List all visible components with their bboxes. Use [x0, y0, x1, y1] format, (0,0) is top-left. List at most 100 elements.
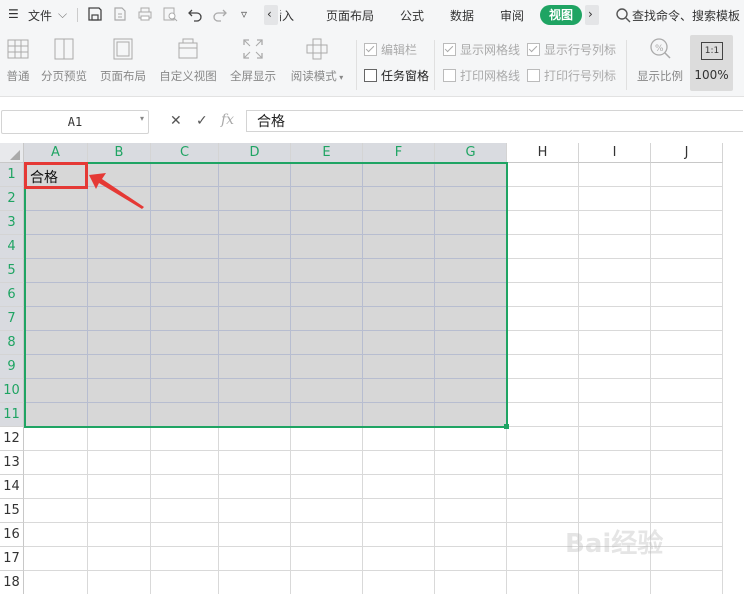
cell-d11[interactable] — [219, 403, 291, 427]
cell-i2[interactable] — [579, 187, 651, 211]
cell-g3[interactable] — [435, 211, 507, 235]
formula-input[interactable]: 合格 — [246, 110, 743, 132]
cell-h9[interactable] — [507, 355, 579, 379]
cell-h18[interactable] — [507, 571, 579, 594]
redo-icon[interactable] — [212, 6, 228, 22]
cell-j1[interactable] — [651, 163, 723, 187]
print-preview-icon[interactable] — [162, 6, 178, 22]
cell-h8[interactable] — [507, 331, 579, 355]
cell-j3[interactable] — [651, 211, 723, 235]
cell-b13[interactable] — [88, 451, 151, 475]
row-header-10[interactable]: 10 — [0, 379, 24, 403]
cell-h11[interactable] — [507, 403, 579, 427]
name-box-dropdown-icon[interactable]: ▾ — [140, 114, 144, 123]
cell-g18[interactable] — [435, 571, 507, 594]
cell-f2[interactable] — [363, 187, 435, 211]
cell-a6[interactable] — [24, 283, 88, 307]
fill-handle[interactable] — [504, 424, 509, 429]
cell-j11[interactable] — [651, 403, 723, 427]
cell-e11[interactable] — [291, 403, 363, 427]
row-header-4[interactable]: 4 — [0, 235, 24, 259]
cell-c16[interactable] — [151, 523, 219, 547]
cancel-icon[interactable]: ✕ — [170, 113, 182, 129]
cell-h14[interactable] — [507, 475, 579, 499]
custom-view-button[interactable]: 自定义视图 — [158, 36, 218, 84]
cell-g12[interactable] — [435, 427, 507, 451]
cell-f1[interactable] — [363, 163, 435, 187]
cell-c4[interactable] — [151, 235, 219, 259]
cell-g14[interactable] — [435, 475, 507, 499]
cell-h3[interactable] — [507, 211, 579, 235]
cell-i1[interactable] — [579, 163, 651, 187]
cell-c17[interactable] — [151, 547, 219, 571]
cell-d14[interactable] — [219, 475, 291, 499]
column-header-g[interactable]: G — [435, 143, 507, 163]
cell-j5[interactable] — [651, 259, 723, 283]
reading-mode-button[interactable]: 阅读模式 ▾ — [288, 36, 346, 84]
cell-d2[interactable] — [219, 187, 291, 211]
cell-e12[interactable] — [291, 427, 363, 451]
cell-j7[interactable] — [651, 307, 723, 331]
chevron-down-icon[interactable]: ⌵ — [58, 7, 67, 22]
cell-f4[interactable] — [363, 235, 435, 259]
cell-g7[interactable] — [435, 307, 507, 331]
cell-i12[interactable] — [579, 427, 651, 451]
page-break-preview-button[interactable]: 分页预览 — [39, 36, 89, 84]
cell-f6[interactable] — [363, 283, 435, 307]
cell-e10[interactable] — [291, 379, 363, 403]
cell-g2[interactable] — [435, 187, 507, 211]
cell-b7[interactable] — [88, 307, 151, 331]
cell-d18[interactable] — [219, 571, 291, 594]
row-header-15[interactable]: 15 — [0, 499, 24, 523]
column-header-d[interactable]: D — [219, 143, 291, 163]
cell-d16[interactable] — [219, 523, 291, 547]
cell-g4[interactable] — [435, 235, 507, 259]
cell-a2[interactable] — [24, 187, 88, 211]
cell-b18[interactable] — [88, 571, 151, 594]
column-header-f[interactable]: F — [363, 143, 435, 163]
cell-e6[interactable] — [291, 283, 363, 307]
zoom-ratio-button[interactable]: % 显示比例 — [635, 36, 685, 84]
cell-i13[interactable] — [579, 451, 651, 475]
cell-b6[interactable] — [88, 283, 151, 307]
cell-e9[interactable] — [291, 355, 363, 379]
cell-e1[interactable] — [291, 163, 363, 187]
row-header-17[interactable]: 17 — [0, 547, 24, 571]
row-header-16[interactable]: 16 — [0, 523, 24, 547]
column-header-a[interactable]: A — [24, 143, 88, 163]
cell-h7[interactable] — [507, 307, 579, 331]
name-box[interactable]: A1 — [1, 110, 149, 134]
cell-i14[interactable] — [579, 475, 651, 499]
row-header-14[interactable]: 14 — [0, 475, 24, 499]
cell-h6[interactable] — [507, 283, 579, 307]
column-header-h[interactable]: H — [507, 143, 579, 163]
cell-h10[interactable] — [507, 379, 579, 403]
cell-b17[interactable] — [88, 547, 151, 571]
cell-j15[interactable] — [651, 499, 723, 523]
cell-i3[interactable] — [579, 211, 651, 235]
cell-d12[interactable] — [219, 427, 291, 451]
cell-d1[interactable] — [219, 163, 291, 187]
tab-page-layout[interactable]: 页面布局 — [326, 7, 374, 24]
cell-c8[interactable] — [151, 331, 219, 355]
cell-h5[interactable] — [507, 259, 579, 283]
normal-view-button[interactable]: 普通 — [4, 36, 32, 84]
show-gridlines-checkbox[interactable]: 显示网格线 — [443, 41, 520, 58]
save-icon[interactable] — [87, 6, 103, 22]
cell-g10[interactable] — [435, 379, 507, 403]
page-layout-view-button[interactable]: 页面布局 — [98, 36, 148, 84]
cell-f8[interactable] — [363, 331, 435, 355]
cell-e8[interactable] — [291, 331, 363, 355]
cell-i4[interactable] — [579, 235, 651, 259]
cell-d13[interactable] — [219, 451, 291, 475]
row-header-9[interactable]: 9 — [0, 355, 24, 379]
cell-e3[interactable] — [291, 211, 363, 235]
cell-c14[interactable] — [151, 475, 219, 499]
cell-i8[interactable] — [579, 331, 651, 355]
row-header-11[interactable]: 11 — [0, 403, 24, 427]
cell-a14[interactable] — [24, 475, 88, 499]
search-box[interactable]: 查找命令、搜索模板 — [632, 0, 744, 30]
cell-g13[interactable] — [435, 451, 507, 475]
cell-e13[interactable] — [291, 451, 363, 475]
column-header-e[interactable]: E — [291, 143, 363, 163]
